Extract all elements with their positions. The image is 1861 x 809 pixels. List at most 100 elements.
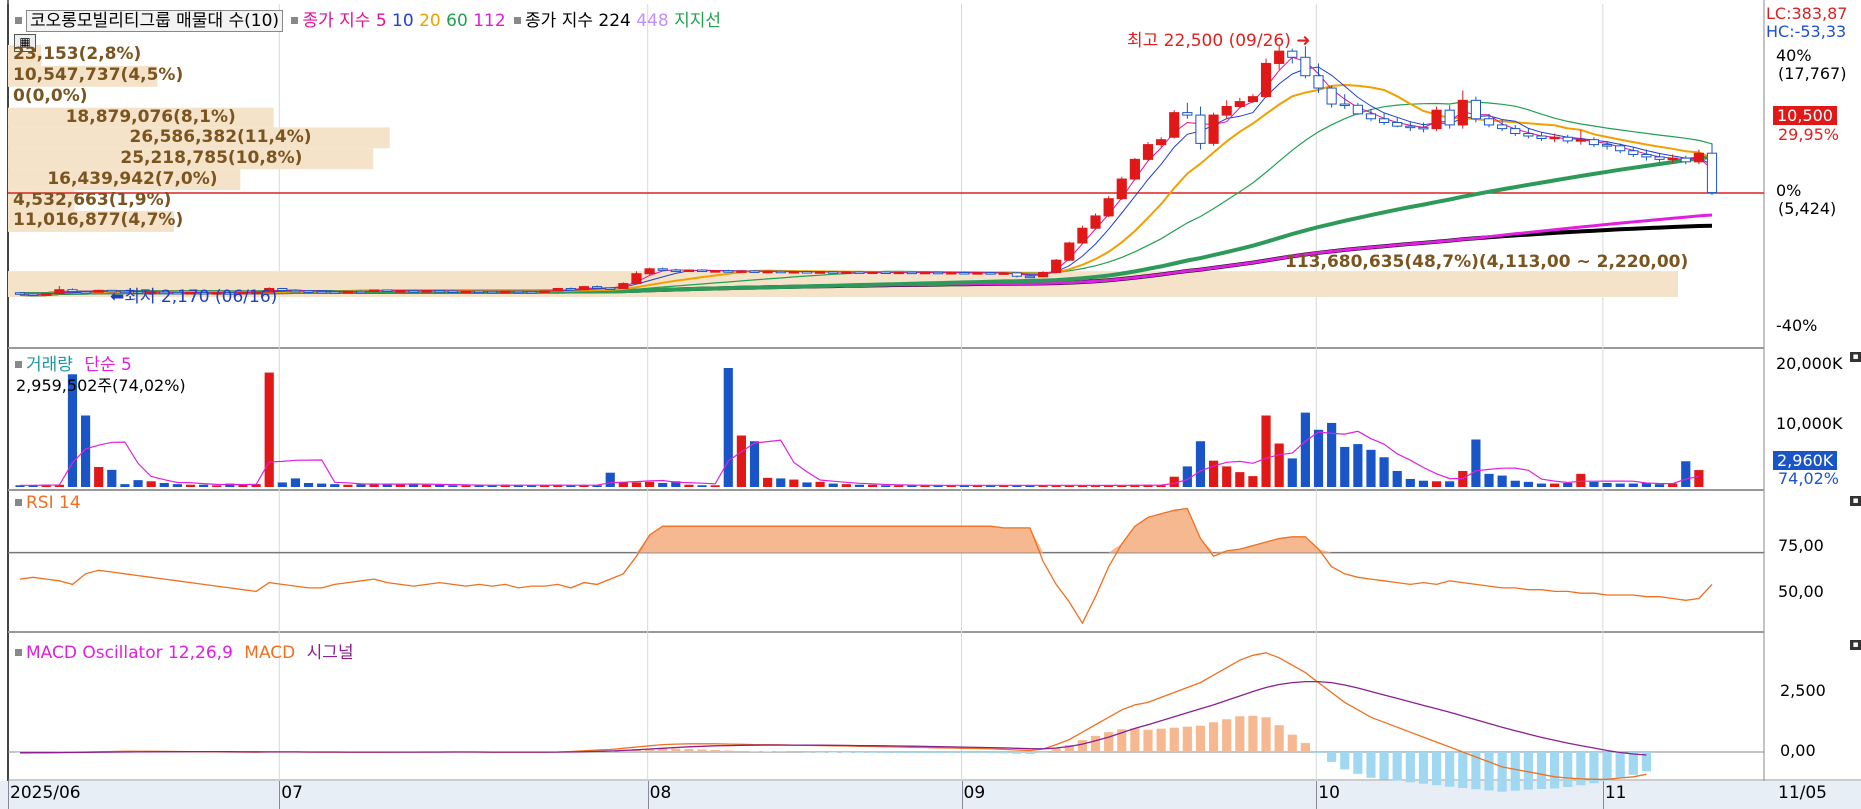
macd-oscillator-bar (1235, 716, 1245, 752)
volume-profile-label: 0(0,0%) (13, 86, 88, 107)
candle (1142, 142, 1154, 161)
time-separator (961, 781, 963, 809)
volume-bar (172, 484, 182, 487)
macd-oscillator-bar (1563, 752, 1573, 787)
volume-profile-label: 4,532,663(1,9%) (13, 189, 172, 210)
support-label: 지지선 (674, 11, 722, 31)
volume-bar (1392, 470, 1402, 487)
volume-bar (605, 472, 615, 487)
volume-bar (277, 482, 287, 487)
macd-oscillator-bar (1300, 743, 1310, 752)
macd-oscillator-bar (1313, 752, 1324, 753)
macd-label: MACD (244, 643, 296, 663)
window-title[interactable]: 코오롱모빌리티그룹 매물대 수(10) (26, 10, 284, 32)
hc-label: HC:-53,33 (1766, 22, 1847, 41)
ma-period: 20 (419, 11, 447, 31)
ma-period: 60 (446, 11, 474, 31)
volume-tick-2: 10,000K (1776, 414, 1843, 433)
macd-oscillator-bar (710, 750, 720, 752)
candle (644, 267, 655, 275)
candle (906, 271, 917, 275)
collapse-icon[interactable]: ▪ (1850, 496, 1861, 506)
volume-bar (723, 368, 733, 487)
price-panel[interactable] (0, 0, 1861, 809)
volume-bar (1654, 484, 1665, 487)
macd-oscillator-bar (1051, 748, 1061, 752)
volume-bar (763, 477, 773, 487)
candle (552, 287, 563, 292)
macd-oscillator-bar (1628, 752, 1638, 775)
candle (395, 290, 406, 293)
volume-bar (1248, 476, 1258, 487)
candle (1431, 106, 1442, 132)
volume-bar (1497, 475, 1507, 487)
lc-label: LC:383,87 (1766, 4, 1848, 23)
volume-bar (1628, 483, 1638, 487)
collapse-icon[interactable]: ▪ (1850, 352, 1861, 362)
candle (828, 271, 839, 274)
chart-window: { "window": {"title": "코오롱모빌리티그룹 매물대 수(1… (0, 0, 1861, 809)
volume-bar (1484, 473, 1494, 487)
candle (303, 290, 314, 293)
volume-profile-label: 26,586,382(11,4%) (129, 126, 312, 147)
volume-bar (1340, 446, 1350, 487)
candle (460, 290, 472, 294)
rsi-legend: RSI 14 (12, 493, 81, 513)
volume-bar (1300, 412, 1310, 487)
volume-bar (343, 484, 353, 487)
volume-bar (107, 469, 117, 487)
volume-profile-label: 23,153(2,8%) (13, 44, 142, 65)
time-axis-right-label: 11/05 (1778, 783, 1827, 803)
candle (487, 290, 498, 294)
volume-bar (290, 478, 301, 487)
macd-oscillator-bar (749, 751, 760, 752)
macd-oscillator-bar (1497, 752, 1507, 792)
macd-oscillator-bar (1090, 735, 1101, 752)
volume-bar (658, 482, 668, 487)
volume-bar (1550, 483, 1560, 487)
macd-oscillator-bar (1130, 728, 1140, 752)
volume-bar (317, 483, 327, 487)
volume-bar (448, 485, 458, 487)
candle (841, 271, 852, 274)
volume-bar (303, 482, 314, 487)
volume-bar (435, 484, 445, 487)
time-label: 08 (649, 783, 672, 803)
time-label: 11 (1604, 783, 1627, 803)
volume-bar (1615, 483, 1625, 487)
candle (998, 272, 1009, 275)
candle (513, 290, 524, 294)
macd-oscillator-bar (986, 752, 996, 754)
volume-bar (815, 481, 825, 487)
macd-oscillator-bar (867, 752, 878, 753)
current-price-pct: 29,95% (1778, 125, 1840, 144)
volume-bar (1510, 480, 1520, 487)
price-legend: 코오롱모빌리티그룹 매물대 수(10) 종가 지수 5 10 20 60 112… (12, 6, 722, 32)
volume-bar (1287, 458, 1297, 487)
macd-oscillator-bar (1445, 752, 1455, 787)
volume-bar (461, 485, 471, 487)
volume-bar (1235, 472, 1245, 487)
macd-oscillator-bar (1077, 740, 1088, 752)
macd-oscillator-bar (907, 752, 917, 754)
rsi-title: RSI 14 (26, 493, 81, 513)
candle (447, 290, 458, 293)
macd-oscillator-bar (1550, 752, 1560, 789)
macd-oscillator-bar (841, 752, 851, 753)
time-label: 09 (963, 783, 986, 803)
candle (578, 286, 590, 291)
macd-oscillator-bar (671, 748, 681, 752)
macd-oscillator-bar (1615, 752, 1625, 778)
macd-oscillator-bar (1392, 752, 1402, 781)
collapse-icon[interactable]: ▪ (1850, 640, 1861, 650)
current-price-badge: 10,500 (1773, 106, 1837, 125)
candle (1090, 213, 1101, 230)
volume-bar (1576, 473, 1586, 487)
candle (369, 289, 380, 293)
volume-profile-label: 16,439,942(7,0%) (47, 168, 218, 189)
candle (14, 292, 26, 295)
candle (736, 270, 747, 273)
volume-bar (789, 479, 799, 487)
macd-oscillator-bar (1431, 752, 1442, 786)
macd-oscillator-bar (1156, 728, 1166, 752)
